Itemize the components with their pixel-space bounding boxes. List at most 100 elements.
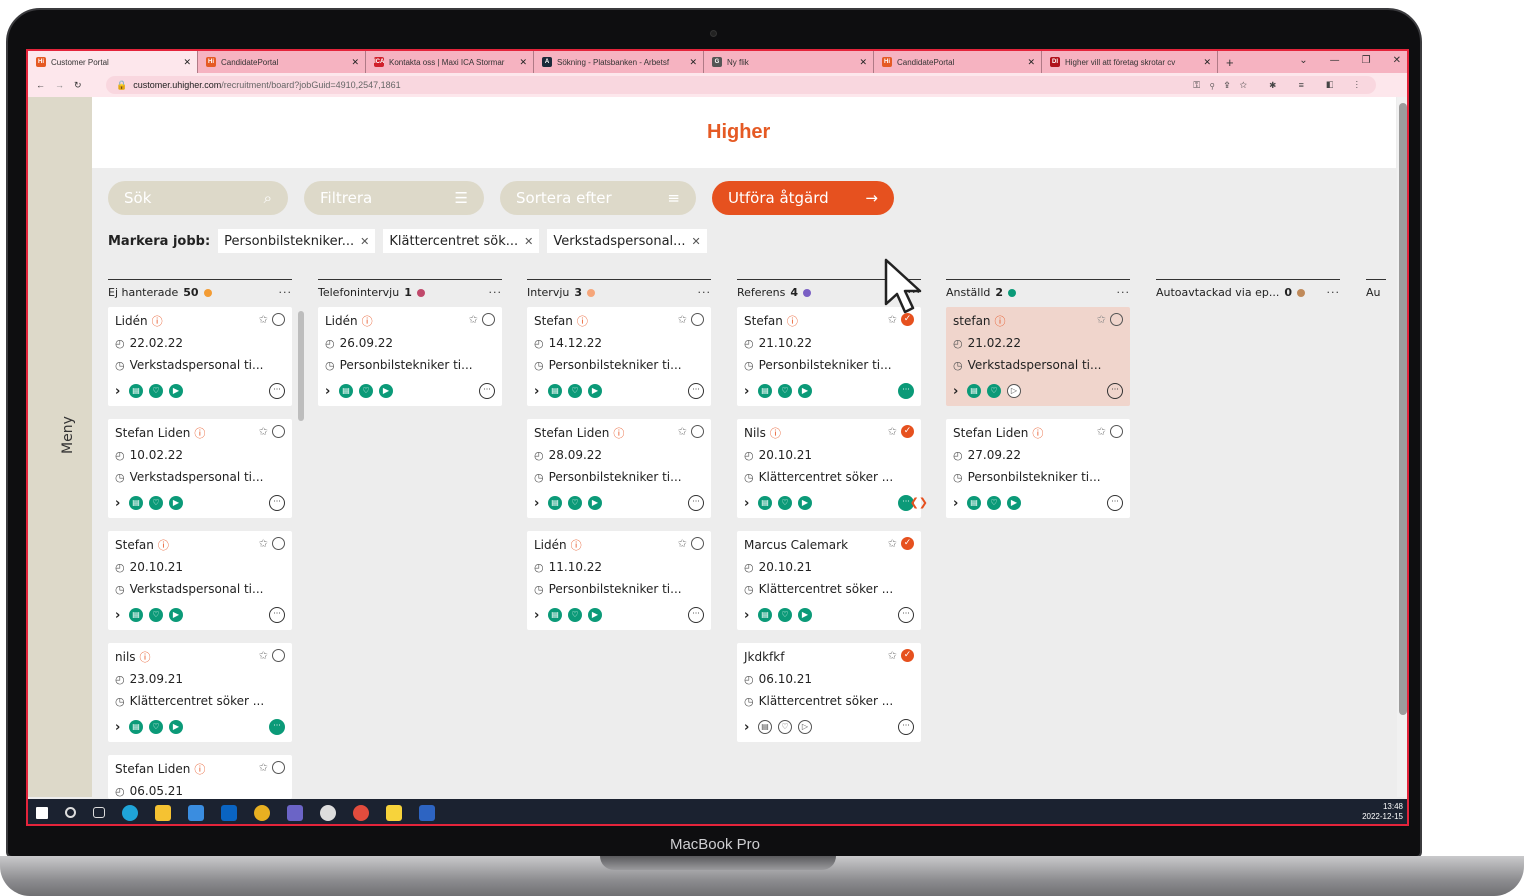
info-icon[interactable]: ⓘ xyxy=(770,425,781,441)
select-circle-icon[interactable] xyxy=(482,313,495,326)
checked-icon[interactable]: ✓ xyxy=(901,425,914,438)
file-explorer-icon[interactable] xyxy=(155,804,171,821)
browser-tab[interactable]: ICA Kontakta oss | Maxi ICA Stormar ✕ xyxy=(366,51,534,73)
pin-icon[interactable]: ✩ xyxy=(888,537,897,550)
column-more-icon[interactable]: ··· xyxy=(279,286,293,299)
job-chip[interactable]: Verkstadspersonal... ✕ xyxy=(547,229,707,253)
pin-icon[interactable]: ✩ xyxy=(259,425,268,438)
chip-close-icon[interactable]: ✕ xyxy=(692,235,701,248)
document-icon[interactable]: ▤ xyxy=(548,496,562,510)
browser-tab[interactable]: DI Higher vill att företag skrotar cv ✕ xyxy=(1042,51,1218,73)
pin-icon[interactable]: ✩ xyxy=(678,537,687,550)
shield-icon[interactable]: ♡ xyxy=(149,608,163,622)
job-chip[interactable]: Personbilstekniker... ✕ xyxy=(218,229,376,253)
chip-close-icon[interactable]: ✕ xyxy=(524,235,533,248)
expand-chevron-icon[interactable]: › xyxy=(953,384,961,399)
chat-icon[interactable]: ··· xyxy=(898,383,914,399)
close-tab-icon[interactable]: ✕ xyxy=(689,57,697,68)
document-icon[interactable]: ▤ xyxy=(967,496,981,510)
shield-icon[interactable]: ♡ xyxy=(359,384,373,398)
chat-icon[interactable]: ··· xyxy=(479,383,495,399)
back-icon[interactable]: ← xyxy=(36,80,45,90)
play-icon[interactable]: ▶ xyxy=(169,720,183,734)
close-tab-icon[interactable]: ✕ xyxy=(351,57,359,68)
sticky-notes-icon[interactable] xyxy=(386,804,402,821)
page-scrollbar[interactable] xyxy=(1397,97,1407,797)
candidate-card[interactable]: Lidén ⓘ ✩ ◴ 11.10.22 ◷ Personbilstekniker t… xyxy=(527,531,711,630)
expand-chevron-icon[interactable]: › xyxy=(744,608,752,623)
select-circle-icon[interactable] xyxy=(691,537,704,550)
word-icon[interactable] xyxy=(419,804,435,821)
windows-start-icon[interactable] xyxy=(36,806,48,819)
info-icon[interactable]: ⓘ xyxy=(1032,425,1043,441)
side-menu[interactable]: Meny xyxy=(28,97,92,797)
action-button[interactable]: Utföra åtgärd → xyxy=(712,181,894,215)
play-icon[interactable]: ▷ xyxy=(1007,384,1021,398)
column-more-icon[interactable]: ··· xyxy=(1327,286,1341,299)
close-tab-icon[interactable]: ✕ xyxy=(519,57,527,68)
chat-icon[interactable]: ··· xyxy=(269,719,285,735)
restore-icon[interactable]: ❐ xyxy=(1362,55,1371,66)
play-icon[interactable]: ▶ xyxy=(379,384,393,398)
play-icon[interactable]: ▶ xyxy=(798,608,812,622)
chat-icon[interactable]: ··· xyxy=(269,495,285,511)
info-icon[interactable]: ⓘ xyxy=(194,425,205,441)
info-icon[interactable]: ⓘ xyxy=(158,537,169,553)
shield-icon[interactable]: ♡ xyxy=(778,496,792,510)
forward-icon[interactable]: → xyxy=(55,80,64,90)
minimize-icon[interactable]: — xyxy=(1330,55,1340,66)
expand-chevron-icon[interactable]: › xyxy=(115,384,123,399)
chat-icon[interactable]: ··· xyxy=(688,495,704,511)
candidate-card[interactable]: Stefan Liden ⓘ ✩ ◴ 28.09.22 ◷ Personbilstek… xyxy=(527,419,711,518)
play-icon[interactable]: ▶ xyxy=(169,608,183,622)
document-icon[interactable]: ▤ xyxy=(129,720,143,734)
expand-chevron-icon[interactable]: › xyxy=(744,384,752,399)
select-circle-icon[interactable] xyxy=(272,425,285,438)
new-tab-button[interactable]: + xyxy=(1226,55,1234,70)
teams-icon[interactable] xyxy=(287,804,303,821)
document-icon[interactable]: ▤ xyxy=(129,384,143,398)
play-icon[interactable]: ▷ xyxy=(798,720,812,734)
chat-icon[interactable]: ··· xyxy=(1107,495,1123,511)
browser-tab[interactable]: Hi CandidatePortal ✕ xyxy=(198,51,366,73)
globe-icon[interactable] xyxy=(320,804,336,821)
select-circle-icon[interactable] xyxy=(272,649,285,662)
browser-tab[interactable]: Hi CandidatePortal ✕ xyxy=(874,51,1042,73)
document-icon[interactable]: ▤ xyxy=(967,384,981,398)
shield-icon[interactable]: ♡ xyxy=(149,496,163,510)
candidate-card[interactable]: stefan ⓘ ✩ ◴ 21.02.22 ◷ Verkstadspersonal t… xyxy=(946,307,1130,406)
checked-icon[interactable]: ✓ xyxy=(901,649,914,662)
info-icon[interactable]: ⓘ xyxy=(787,313,798,329)
pin-icon[interactable]: ✩ xyxy=(1097,425,1106,438)
shield-icon[interactable]: ♡ xyxy=(778,720,792,734)
pin-icon[interactable]: ✩ xyxy=(259,537,268,550)
expand-chevron-icon[interactable]: › xyxy=(953,496,961,511)
page-scrollbar-thumb[interactable] xyxy=(1399,103,1407,715)
chip-close-icon[interactable]: ✕ xyxy=(360,235,369,248)
expand-chevron-icon[interactable]: › xyxy=(744,720,752,735)
info-icon[interactable]: ⓘ xyxy=(194,761,205,777)
pin-icon[interactable]: ✩ xyxy=(678,313,687,326)
select-circle-icon[interactable] xyxy=(1110,425,1123,438)
play-icon[interactable]: ▶ xyxy=(169,384,183,398)
candidate-card[interactable]: Stefan Liden ⓘ ✩ ◴ 27.09.22 ◷ Personbilstek… xyxy=(946,419,1130,518)
chat-icon[interactable]: ··· xyxy=(898,719,914,735)
expand-chevron-icon[interactable]: › xyxy=(744,496,752,511)
info-icon[interactable]: ⓘ xyxy=(152,313,163,329)
pin-icon[interactable]: ✩ xyxy=(888,425,897,438)
candidate-card[interactable]: Nils ⓘ ✩ ✓ ◴ 20.10.21 ◷ Klättercentret söker… xyxy=(737,419,928,518)
candidate-card[interactable]: Stefan Liden ⓘ ✩ ◴ 06.05.21 xyxy=(108,755,292,799)
chat-icon[interactable]: ··· xyxy=(269,607,285,623)
search-icon[interactable] xyxy=(65,807,76,818)
shield-icon[interactable]: ♡ xyxy=(568,608,582,622)
document-icon[interactable]: ▤ xyxy=(339,384,353,398)
play-icon[interactable]: ▶ xyxy=(1007,496,1021,510)
document-icon[interactable]: ▤ xyxy=(758,608,772,622)
chat-icon[interactable]: ··· xyxy=(898,607,914,623)
document-icon[interactable]: ▤ xyxy=(129,496,143,510)
column-more-icon[interactable]: ··· xyxy=(489,286,503,299)
candidate-card[interactable]: Lidén ⓘ ✩ ◴ 26.09.22 ◷ Personbilstekniker t… xyxy=(318,307,502,406)
select-circle-icon[interactable] xyxy=(272,313,285,326)
select-circle-icon[interactable] xyxy=(272,537,285,550)
play-icon[interactable]: ▶ xyxy=(798,384,812,398)
